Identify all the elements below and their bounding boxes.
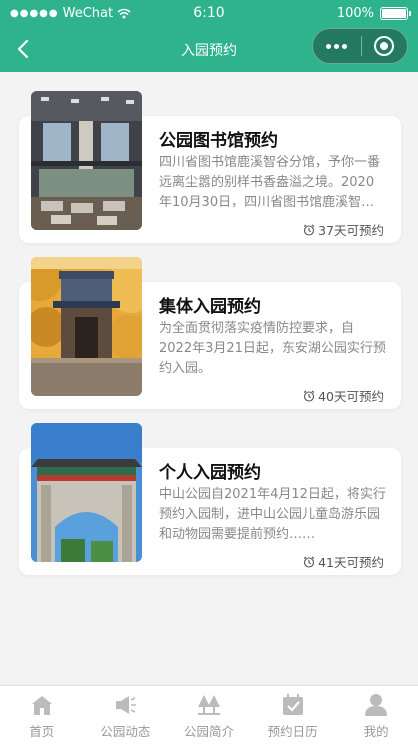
card-description: 四川省图书馆鹿溪智谷分馆，予你一番远离尘嚣的别样书香盎溢之境。2020年10月3… [159, 155, 381, 210]
tab-label: 公园简介 [183, 724, 234, 739]
user-icon [365, 694, 388, 716]
card-title: 集体入园预约 [159, 297, 261, 317]
tab-label: 公园动态 [100, 724, 151, 739]
megaphone-icon [116, 696, 137, 714]
gate-autumn-thumbnail [31, 257, 142, 396]
alarm-clock-icon [303, 390, 315, 402]
tab-park-intro[interactable]: 公园简介 [167, 686, 251, 745]
card-title: 个人入园预约 [159, 463, 261, 483]
card-description: 中山公园自2021年4月12日起，将实行预约入园制，进中山公园儿童岛游乐园和动物… [159, 487, 386, 542]
calendar-check-icon [282, 694, 303, 715]
close-miniprogram-button[interactable] [361, 29, 407, 63]
tab-label: 我的 [363, 724, 389, 739]
tab-label: 首页 [29, 724, 55, 739]
card-availability: 40天可预约 [303, 386, 384, 405]
card-title: 公园图书馆预约 [159, 131, 278, 151]
miniprogram-capsule [312, 28, 408, 64]
trees-icon [197, 695, 220, 715]
tab-home[interactable]: 首页 [0, 686, 84, 745]
more-button[interactable] [313, 29, 361, 63]
park-gate-thumbnail [31, 423, 142, 562]
library-thumbnail [31, 91, 142, 230]
status-bar: ●●●●● WeChat 6:10 100% [0, 0, 418, 26]
card-availability: 37天可预约 [303, 220, 384, 239]
alarm-clock-icon [303, 556, 315, 568]
availability-text: 41天可预约 [318, 555, 384, 570]
tab-reservation-calendar[interactable]: 预约日历 [251, 686, 335, 745]
battery-percent: 100% [336, 5, 374, 21]
target-icon [374, 36, 395, 56]
alarm-clock-icon [303, 224, 315, 236]
battery-icon [380, 6, 411, 20]
tab-park-news[interactable]: 公园动态 [84, 686, 168, 745]
tab-label: 预约日历 [267, 724, 318, 739]
tab-mine[interactable]: 我的 [334, 686, 418, 745]
tab-bar: 首页 公园动态 公园简介 预约日历 我的 [0, 685, 418, 745]
home-icon [31, 696, 52, 715]
availability-text: 40天可预约 [318, 389, 384, 404]
nav-bar: 入园预约 [0, 26, 418, 72]
card-availability: 41天可预约 [303, 552, 384, 571]
card-description: 为全面贯彻落实疫情防控要求，自2022年3月21日起，东安湖公园实行预约入园。 [159, 321, 386, 376]
availability-text: 37天可预约 [318, 223, 384, 238]
